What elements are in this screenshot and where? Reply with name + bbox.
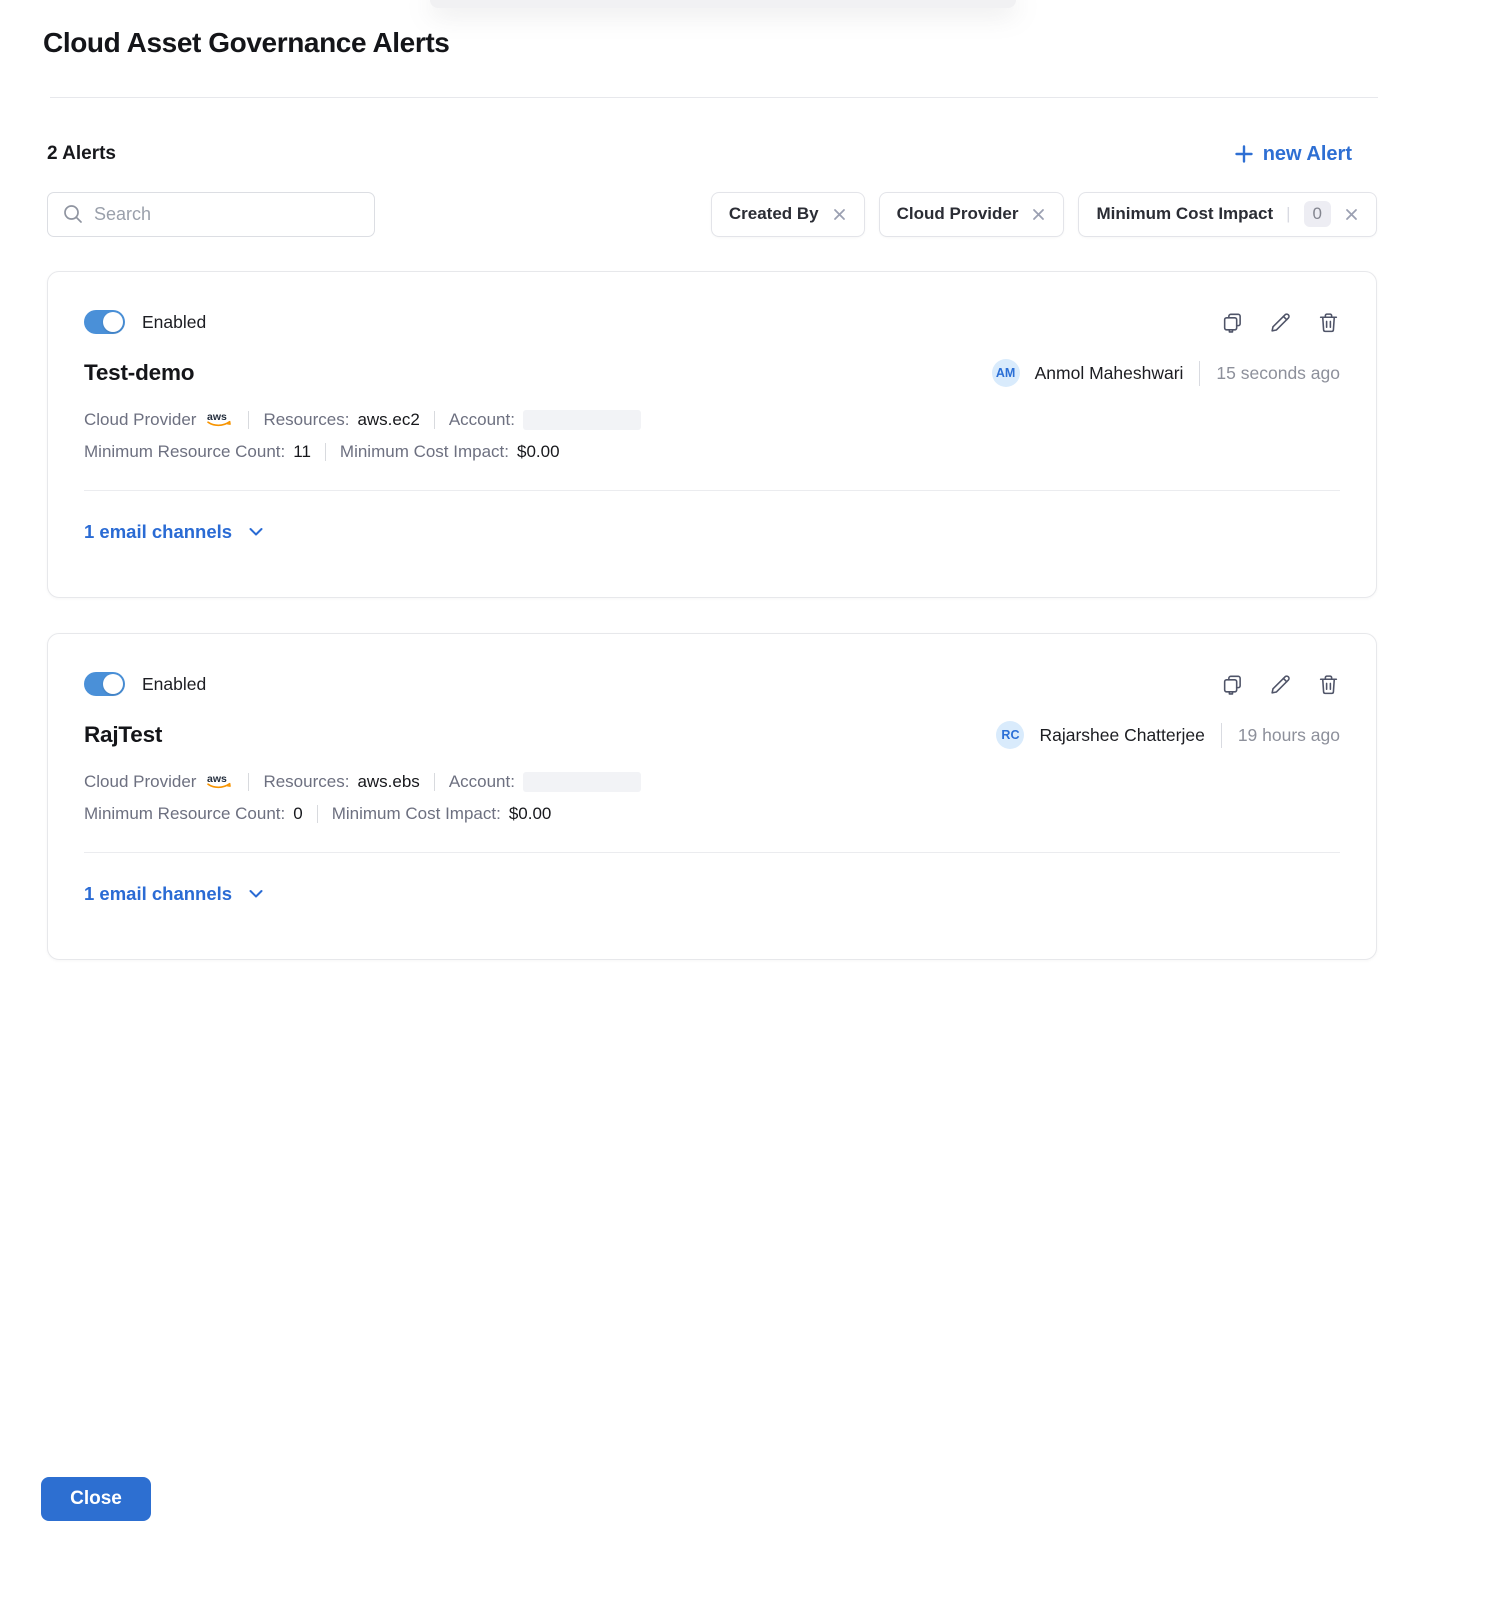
enabled-toggle-group: Enabled xyxy=(84,310,206,334)
card-divider xyxy=(84,490,1340,491)
min-resource-count-label: Minimum Resource Count: xyxy=(84,442,285,462)
card-divider xyxy=(84,852,1340,853)
resources-label: Resources: xyxy=(263,772,349,792)
resources-value: aws.ec2 xyxy=(357,410,419,430)
email-channels-label: 1 email channels xyxy=(84,883,232,905)
card-top-row: Enabled xyxy=(84,672,1340,696)
duplicate-icon[interactable] xyxy=(1221,311,1244,334)
min-cost-impact-label: Minimum Cost Impact: xyxy=(332,804,501,824)
alert-card: Enabled Test-demo AM Anmol Maheshwari 15… xyxy=(47,271,1377,598)
author-name: Anmol Maheshwari xyxy=(1035,363,1184,384)
account-label: Account: xyxy=(449,410,515,430)
card-top-row: Enabled xyxy=(84,310,1340,334)
avatar: RC xyxy=(996,721,1024,749)
delete-icon[interactable] xyxy=(1317,673,1340,696)
search-icon xyxy=(62,203,84,225)
edit-icon[interactable] xyxy=(1269,673,1292,696)
filter-chip-label: Minimum Cost Impact xyxy=(1096,204,1273,224)
new-alert-button[interactable]: new Alert xyxy=(1234,143,1352,166)
author-name: Rajarshee Chatterjee xyxy=(1039,725,1204,746)
new-alert-label: new Alert xyxy=(1263,143,1352,166)
close-button[interactable]: Close xyxy=(41,1477,151,1521)
filter-chip-created-by[interactable]: Created By xyxy=(711,192,865,237)
min-cost-impact-value: $0.00 xyxy=(517,442,560,462)
enabled-toggle[interactable] xyxy=(84,672,125,696)
author-divider xyxy=(1199,361,1200,386)
chevron-down-icon xyxy=(247,523,265,541)
avatar: AM xyxy=(992,359,1020,387)
min-resource-count-value: 0 xyxy=(293,804,302,824)
search-input[interactable] xyxy=(94,204,360,225)
meta-separator xyxy=(248,773,249,791)
min-resource-count-value: 11 xyxy=(293,442,311,462)
updated-timestamp: 19 hours ago xyxy=(1238,725,1340,746)
close-icon[interactable] xyxy=(832,207,847,222)
svg-text:aws: aws xyxy=(207,773,227,785)
delete-icon[interactable] xyxy=(1317,311,1340,334)
toggle-knob xyxy=(103,312,123,332)
plus-icon xyxy=(1234,144,1254,164)
close-icon[interactable] xyxy=(1031,207,1046,222)
enabled-toggle[interactable] xyxy=(84,310,125,334)
email-channels-toggle[interactable]: 1 email channels xyxy=(84,521,265,543)
resources-value: aws.ebs xyxy=(357,772,419,792)
author-divider xyxy=(1221,723,1222,748)
meta-line-provider: Cloud Provider aws Resources: aws.ebs Ac… xyxy=(84,770,1340,794)
aws-icon: aws xyxy=(206,410,234,434)
card-name-row: Test-demo AM Anmol Maheshwari 15 seconds… xyxy=(84,359,1340,387)
meta-line-thresholds: Minimum Resource Count: 11 Minimum Cost … xyxy=(84,442,1340,462)
toggle-knob xyxy=(103,674,123,694)
filter-chips: Created By Cloud Provider Minimum Cost I… xyxy=(711,192,1377,237)
meta-line-provider: Cloud Provider aws Resources: aws.ec2 Ac… xyxy=(84,408,1340,432)
meta-line-thresholds: Minimum Resource Count: 0 Minimum Cost I… xyxy=(84,804,1340,824)
meta-separator xyxy=(434,411,435,429)
aws-icon: aws xyxy=(206,772,234,796)
meta-separator xyxy=(434,773,435,791)
email-channels-label: 1 email channels xyxy=(84,521,232,543)
meta-separator xyxy=(248,411,249,429)
min-cost-impact-value: $0.00 xyxy=(509,804,552,824)
search-box[interactable] xyxy=(47,192,375,237)
filter-chip-label: Created By xyxy=(729,204,819,224)
updated-timestamp: 15 seconds ago xyxy=(1216,363,1340,384)
alert-card: Enabled RajTest RC Rajarshee Chatterjee … xyxy=(47,633,1377,960)
cloud-provider-label: Cloud Provider xyxy=(84,772,196,792)
alert-name: RajTest xyxy=(84,722,162,748)
alerts-count: 2 Alerts xyxy=(47,143,116,165)
alert-name: Test-demo xyxy=(84,360,194,386)
min-resource-count-label: Minimum Resource Count: xyxy=(84,804,285,824)
meta-separator xyxy=(317,805,318,823)
filter-chip-cloud-provider[interactable]: Cloud Provider xyxy=(879,192,1065,237)
card-actions xyxy=(1221,311,1340,334)
min-cost-impact-label: Minimum Cost Impact: xyxy=(340,442,509,462)
chevron-down-icon xyxy=(247,885,265,903)
card-name-row: RajTest RC Rajarshee Chatterjee 19 hours… xyxy=(84,721,1340,749)
resources-label: Resources: xyxy=(263,410,349,430)
page-title: Cloud Asset Governance Alerts xyxy=(43,27,449,59)
account-label: Account: xyxy=(449,772,515,792)
top-scroll-shadow xyxy=(430,0,1016,8)
meta-separator xyxy=(325,443,326,461)
enabled-label: Enabled xyxy=(142,674,206,695)
author-info: AM Anmol Maheshwari 15 seconds ago xyxy=(992,359,1340,387)
edit-icon[interactable] xyxy=(1269,311,1292,334)
filter-chip-label: Cloud Provider xyxy=(897,204,1019,224)
duplicate-icon[interactable] xyxy=(1221,673,1244,696)
enabled-label: Enabled xyxy=(142,312,206,333)
close-icon[interactable] xyxy=(1344,207,1359,222)
filter-chip-value-badge: 0 xyxy=(1304,201,1331,227)
account-value-redacted xyxy=(523,772,641,792)
email-channels-toggle[interactable]: 1 email channels xyxy=(84,883,265,905)
alerts-header: 2 Alerts new Alert xyxy=(47,138,1377,170)
account-value-redacted xyxy=(523,410,641,430)
title-divider xyxy=(50,97,1378,98)
author-info: RC Rajarshee Chatterjee 19 hours ago xyxy=(996,721,1340,749)
chip-separator: | xyxy=(1286,204,1290,224)
svg-text:aws: aws xyxy=(207,411,227,423)
filter-chip-min-cost-impact[interactable]: Minimum Cost Impact | 0 xyxy=(1078,192,1377,237)
controls-row: Created By Cloud Provider Minimum Cost I… xyxy=(47,191,1377,237)
card-actions xyxy=(1221,673,1340,696)
enabled-toggle-group: Enabled xyxy=(84,672,206,696)
cloud-provider-label: Cloud Provider xyxy=(84,410,196,430)
